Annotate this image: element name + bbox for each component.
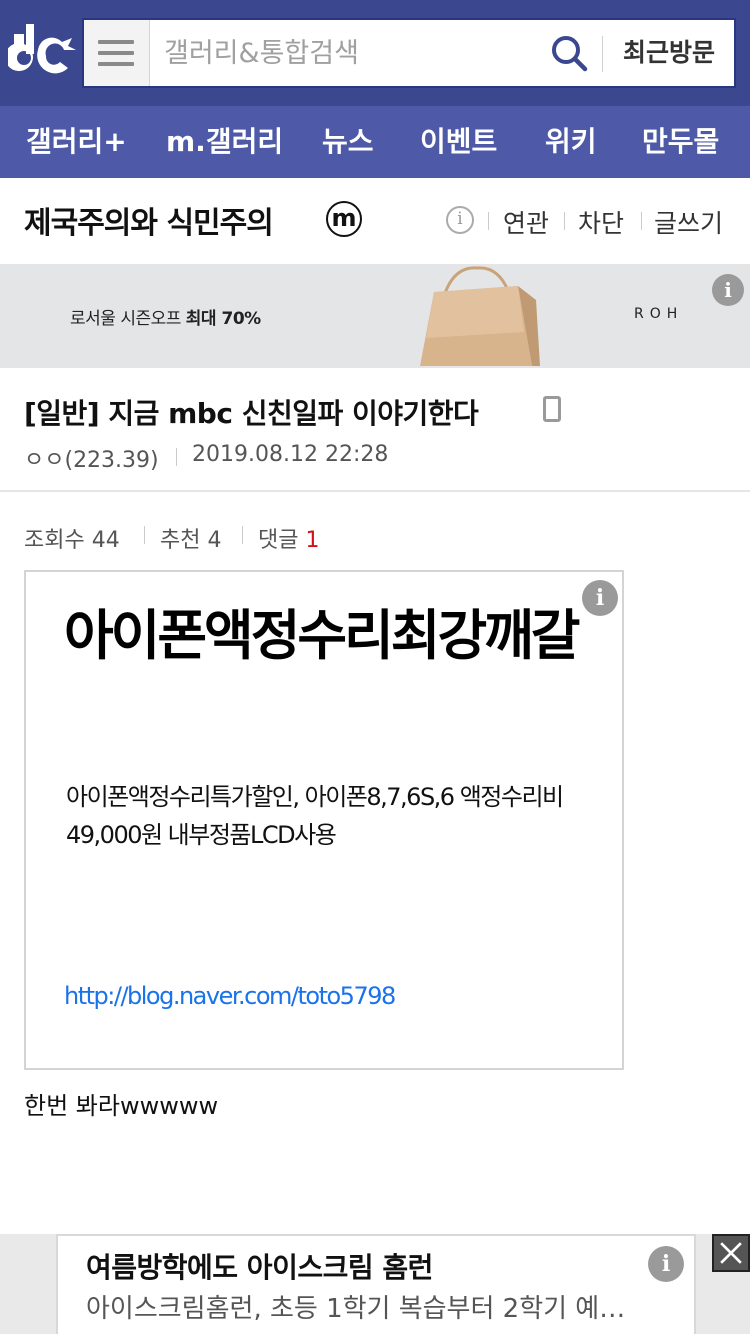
divider <box>242 526 243 544</box>
recent-visit-button[interactable]: 최근방문 <box>604 20 734 86</box>
nav-item-news[interactable]: 뉴스 <box>322 106 374 178</box>
content-ad[interactable]: i 아이폰액정수리최강깨갈 아이폰액정수리특가할인, 아이폰8,7,6S,6 액… <box>24 570 624 1070</box>
divider <box>144 526 145 544</box>
search-input[interactable] <box>164 20 544 86</box>
ad-headline[interactable]: 아이폰액정수리최강깨갈 <box>64 602 594 670</box>
block-button[interactable]: 차단 <box>578 204 624 240</box>
search-icon[interactable] <box>550 34 588 72</box>
gallery-title[interactable]: 제국주의와 식민주의 <box>24 198 274 242</box>
nav-item-event[interactable]: 이벤트 <box>420 106 497 178</box>
post-title: [일반] 지금 mbc 신친일파 이야기한다 <box>24 397 479 430</box>
bag-product-image <box>420 266 540 366</box>
search-box: 최근방문 <box>82 18 736 88</box>
ad-url-link[interactable]: http://blog.naver.com/toto5798 <box>64 982 396 1010</box>
minor-gallery-badge: m <box>326 201 362 237</box>
comment-label: 댓글 <box>258 528 299 553</box>
divider <box>641 212 642 230</box>
recommend-count: 추천 4 <box>160 528 222 553</box>
hamburger-icon <box>98 40 134 44</box>
close-icon[interactable] <box>712 1234 750 1272</box>
banner-brand: ROH <box>634 306 684 322</box>
divider <box>602 36 603 72</box>
post-author[interactable]: ㅇㅇ(223.39) <box>24 442 159 474</box>
nav-item-mall[interactable]: 만두몰 <box>642 106 719 178</box>
bottom-ad-subtitle: 아이스크림홈런, 초등 1학기 복습부터 2학기 예습까지 <box>86 1294 646 1324</box>
hamburger-line <box>98 51 134 55</box>
nav-item-wiki[interactable]: 위키 <box>545 106 597 178</box>
ad-info-icon[interactable]: i <box>648 1246 684 1282</box>
post-header: [일반] 지금 mbc 신친일파 이야기한다 ㅇㅇ(223.39) 2019.0… <box>0 366 750 492</box>
dc-logo-icon[interactable] <box>8 20 78 82</box>
nav-item-gallery-plus[interactable]: 갤러리+ <box>26 106 127 178</box>
write-button[interactable]: 글쓰기 <box>654 204 723 240</box>
gallery-header: 제국주의와 식민주의 m i 연관 차단 글쓰기 <box>0 178 750 266</box>
bottom-ad-card[interactable]: 여름방학에도 아이스크림 홈런 아이스크림홈런, 초등 1학기 복습부터 2학기… <box>56 1234 696 1334</box>
mobile-phone-icon <box>543 396 561 422</box>
post-date: 2019.08.12 22:28 <box>192 442 389 467</box>
menu-button[interactable] <box>84 20 150 86</box>
divider <box>564 212 565 230</box>
ad-info-icon[interactable]: i <box>712 274 744 306</box>
info-icon[interactable]: i <box>446 206 474 234</box>
main-nav: 갤러리+ m.갤러리 뉴스 이벤트 위키 만두몰 <box>0 106 750 178</box>
bottom-ad-title: 여름방학에도 아이스크림 홈런 <box>86 1251 433 1284</box>
banner-text-prefix: 로서울 시즌오프 <box>70 309 186 329</box>
hamburger-line <box>98 62 134 66</box>
banner-ad-text: 로서울 시즌오프 최대 70% <box>70 304 261 329</box>
divider <box>176 448 177 466</box>
nav-item-m-gallery[interactable]: m.갤러리 <box>166 106 283 178</box>
post-body: 한번 봐라wwwww <box>24 1092 219 1120</box>
top-header: 최근방문 <box>0 0 750 106</box>
banner-ad[interactable]: 로서울 시즌오프 최대 70% ROH i <box>0 266 750 366</box>
ad-description: 아이폰액정수리특가할인, 아이폰8,7,6S,6 액정수리비 49,000원 내… <box>66 783 564 849</box>
related-button[interactable]: 연관 <box>503 204 549 240</box>
banner-text-bold: 최대 70% <box>185 309 261 329</box>
comment-count[interactable]: 댓글 1 <box>258 522 319 554</box>
bottom-ad-bar: 여름방학에도 아이스크림 홈런 아이스크림홈런, 초등 1학기 복습부터 2학기… <box>0 1234 750 1334</box>
view-count: 조회수 44 <box>24 528 120 553</box>
comment-number: 1 <box>305 528 320 553</box>
divider <box>488 212 489 230</box>
